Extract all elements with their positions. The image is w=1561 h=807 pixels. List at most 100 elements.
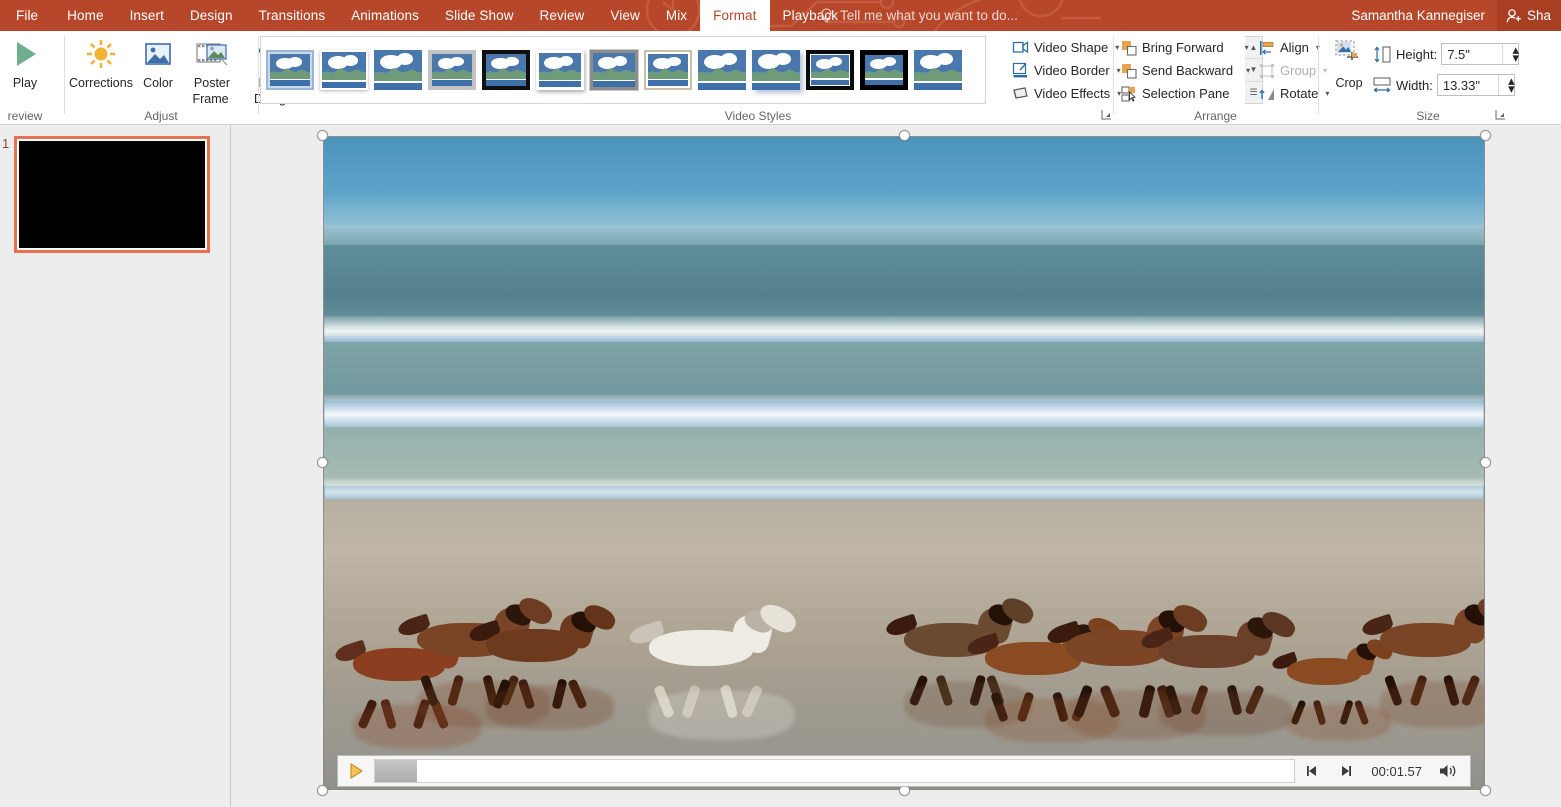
preview-group-label: review	[7, 109, 43, 123]
horse	[1138, 606, 1298, 736]
video-border-icon	[1012, 62, 1027, 78]
video-style-item[interactable]	[266, 50, 314, 90]
rotate-label: Rotate	[1280, 86, 1319, 101]
width-spin-down-icon[interactable]: ▾	[1503, 82, 1515, 95]
video-style-item[interactable]	[698, 50, 746, 90]
user-name[interactable]: Samantha Kannegiser	[1351, 0, 1485, 31]
ribbon-group-adjust: Corrections Color Poster Frame Adjust	[64, 31, 293, 125]
bring-forward-icon	[1122, 40, 1137, 56]
tab-file[interactable]: File	[0, 0, 54, 31]
resize-handle-middle-right[interactable]	[1480, 457, 1491, 468]
tab-format[interactable]: Format	[700, 0, 770, 31]
tell-me-search[interactable]: Tell me what you want to do...	[820, 0, 1018, 31]
align-icon	[1260, 40, 1274, 55]
height-spin-down-icon[interactable]: ▾	[1507, 51, 1519, 64]
resize-handle-middle-left[interactable]	[317, 457, 328, 468]
video-styles-group-label: Video Styles	[724, 109, 792, 123]
video-style-item[interactable]	[914, 50, 962, 90]
volume-button[interactable]	[1432, 756, 1464, 786]
crop-icon	[1333, 34, 1365, 74]
video-horizon	[324, 225, 1484, 245]
video-shape-button[interactable]: Video Shape ▾	[1008, 36, 1123, 59]
share-button[interactable]: Sha	[1496, 0, 1561, 31]
width-label: Width:	[1396, 77, 1433, 93]
video-style-item-selected[interactable]	[860, 50, 908, 90]
media-control-bar[interactable]: 00:01.57	[337, 755, 1471, 787]
send-backward-caret-icon[interactable]: ▾	[1246, 66, 1250, 75]
bring-forward-caret-icon[interactable]: ▾	[1245, 43, 1249, 52]
bring-forward-button[interactable]: Bring Forward ▾	[1117, 36, 1253, 59]
video-sky	[324, 137, 1484, 226]
align-button[interactable]: Align ▾	[1255, 36, 1324, 59]
tab-review[interactable]: Review	[527, 0, 598, 31]
width-value: 13.33"	[1442, 77, 1480, 93]
video-border-button[interactable]: Video Border ▾	[1008, 59, 1125, 82]
crop-label: Crop	[1335, 76, 1363, 90]
video-style-item[interactable]	[374, 50, 422, 90]
video-object[interactable]	[317, 130, 1491, 796]
tab-mix[interactable]: Mix	[653, 0, 700, 31]
height-spinner[interactable]: ▴ ▾	[1502, 43, 1519, 64]
share-person-icon	[1506, 8, 1521, 22]
tab-animations[interactable]: Animations	[338, 0, 432, 31]
poster-frame-label-1: Poster	[193, 76, 231, 90]
height-value: 7.5"	[1447, 46, 1470, 62]
width-input[interactable]: 13.33" ▴ ▾	[1436, 74, 1515, 96]
send-backward-button[interactable]: Send Backward ▾	[1117, 59, 1254, 82]
width-row: Width: 13.33" ▴ ▾	[1372, 74, 1515, 96]
play-button[interactable]: Play	[0, 34, 50, 90]
tab-transitions[interactable]: Transitions	[246, 0, 339, 31]
slide-thumbnail-content	[19, 141, 205, 248]
playback-time: 00:01.57	[1371, 763, 1422, 779]
video-style-item[interactable]	[536, 50, 584, 90]
height-input[interactable]: 7.5" ▴ ▾	[1441, 43, 1520, 65]
video-surf-line-1	[324, 316, 1484, 346]
color-button[interactable]: Color	[136, 34, 180, 90]
tab-view[interactable]: View	[597, 0, 652, 31]
horse-white	[626, 599, 800, 740]
tab-home[interactable]: Home	[54, 0, 116, 31]
video-style-item[interactable]	[644, 50, 692, 90]
resize-handle-top-center[interactable]	[899, 130, 910, 141]
step-forward-icon	[1342, 766, 1352, 776]
video-style-item-selected[interactable]	[806, 50, 854, 90]
resize-handle-top-right[interactable]	[1480, 130, 1491, 141]
selection-pane-icon	[1121, 85, 1136, 102]
video-style-item[interactable]	[589, 49, 639, 91]
corrections-button[interactable]: Corrections	[68, 34, 134, 90]
width-spinner[interactable]: ▴ ▾	[1497, 74, 1515, 95]
poster-frame-button[interactable]: Poster Frame	[182, 34, 242, 106]
video-effects-button[interactable]: Video Effects ▾	[1008, 82, 1125, 105]
tab-insert[interactable]: Insert	[117, 0, 177, 31]
align-label: Align	[1280, 40, 1309, 55]
resize-handle-bottom-left[interactable]	[317, 785, 328, 796]
rotate-icon	[1259, 88, 1274, 100]
tell-me-text: Tell me what you want to do...	[840, 8, 1018, 23]
play-pause-button[interactable]	[338, 756, 374, 786]
title-bar: File Home Insert Design Transitions Anim…	[0, 0, 1561, 31]
step-back-button[interactable]	[1297, 756, 1329, 786]
tab-slide-show[interactable]: Slide Show	[432, 0, 527, 31]
video-style-item[interactable]	[752, 50, 800, 90]
video-style-item[interactable]	[320, 50, 368, 90]
selection-pane-label: Selection Pane	[1142, 86, 1230, 101]
resize-handle-bottom-right[interactable]	[1480, 785, 1491, 796]
video-frame[interactable]	[323, 136, 1485, 790]
selection-pane-button[interactable]: Selection Pane	[1117, 82, 1233, 105]
playback-progress-track[interactable]	[374, 759, 1296, 783]
resize-handle-top-left[interactable]	[317, 130, 328, 141]
step-forward-button[interactable]	[1329, 756, 1361, 786]
ribbon-group-preview: Play review	[0, 31, 64, 125]
step-back-icon	[1307, 766, 1317, 776]
play-triangle-icon	[350, 763, 363, 779]
video-styles-gallery[interactable]	[260, 36, 986, 104]
crop-button[interactable]: Crop	[1326, 34, 1372, 90]
slide-number: 1	[2, 136, 10, 151]
bring-forward-label: Bring Forward	[1142, 40, 1224, 55]
slide-thumbnail-1[interactable]	[14, 136, 210, 253]
tab-design[interactable]: Design	[177, 0, 246, 31]
group-icon	[1260, 63, 1274, 78]
video-style-item[interactable]	[428, 50, 476, 90]
ribbon-tab-strip[interactable]: File Home Insert Design Transitions Anim…	[0, 0, 851, 31]
video-style-item-selected[interactable]	[482, 50, 530, 90]
